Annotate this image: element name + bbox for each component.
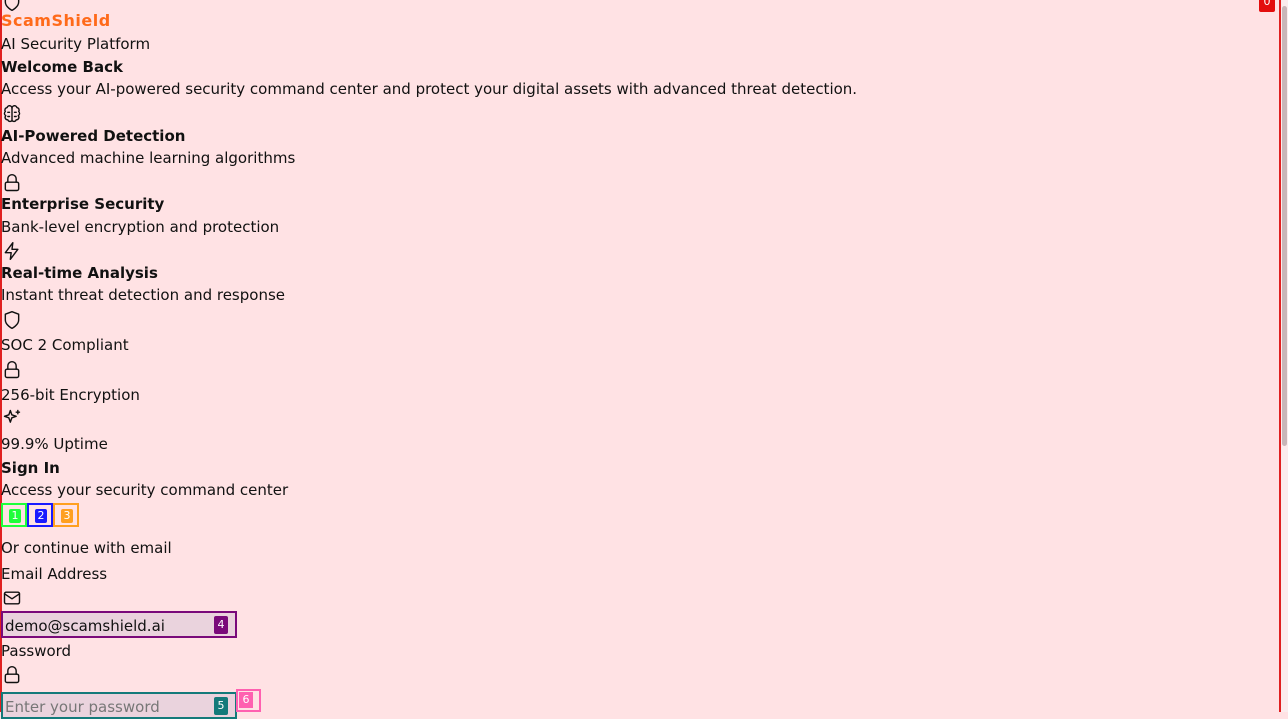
password-marker: 5 bbox=[214, 697, 228, 715]
password-label: Password bbox=[1, 642, 72, 660]
brain-icon bbox=[2, 104, 22, 124]
zap-icon bbox=[2, 241, 22, 261]
password-field[interactable]: Enter your password 5 bbox=[1, 692, 237, 719]
email-marker: 4 bbox=[214, 616, 228, 634]
badge-label: SOC 2 Compliant bbox=[1, 336, 129, 354]
lock-icon bbox=[2, 173, 22, 193]
badge-label: 256-bit Encryption bbox=[1, 386, 140, 404]
feature-title: Real-time Analysis bbox=[1, 264, 158, 282]
scrollbar-thumb[interactable] bbox=[1282, 6, 1287, 446]
brand-name: ScamShield bbox=[1, 11, 111, 30]
shield-icon bbox=[2, 310, 22, 330]
badge-label: 99.9% Uptime bbox=[1, 435, 108, 453]
email-divider-text: Or continue with email bbox=[1, 539, 172, 557]
sparkles-icon bbox=[2, 408, 22, 428]
feature-title: AI-Powered Detection bbox=[1, 127, 186, 145]
signin-title: Sign In bbox=[1, 459, 60, 477]
social-login-button-1[interactable]: 1 bbox=[1, 503, 27, 527]
social-login-button-3[interactable]: 3 bbox=[53, 503, 79, 527]
email-value: demo@scamshield.ai bbox=[5, 617, 165, 635]
page-subtitle: Access your AI-powered security command … bbox=[1, 80, 858, 98]
lock-icon bbox=[2, 360, 22, 380]
social-login-button-2[interactable]: 2 bbox=[27, 503, 53, 527]
corner-marker[interactable]: 0 bbox=[1259, 0, 1275, 12]
page-title: Welcome Back bbox=[1, 58, 123, 76]
feature-desc: Bank-level encryption and protection bbox=[1, 218, 280, 236]
signin-subtitle: Access your security command center bbox=[1, 481, 289, 499]
brand-tagline: AI Security Platform bbox=[1, 35, 151, 53]
email-field[interactable]: demo@scamshield.ai 4 bbox=[1, 611, 237, 638]
feature-desc: Advanced machine learning algorithms bbox=[1, 149, 296, 167]
scrollbar[interactable] bbox=[1281, 0, 1288, 712]
feature-title: Enterprise Security bbox=[1, 195, 165, 213]
lock-icon bbox=[2, 665, 22, 685]
mail-icon bbox=[2, 588, 22, 608]
password-placeholder: Enter your password bbox=[5, 698, 160, 716]
password-toggle-button[interactable]: 6 bbox=[236, 689, 261, 712]
feature-desc: Instant threat detection and response bbox=[1, 286, 285, 304]
email-label: Email Address bbox=[1, 565, 108, 583]
page-frame bbox=[0, 0, 1281, 712]
